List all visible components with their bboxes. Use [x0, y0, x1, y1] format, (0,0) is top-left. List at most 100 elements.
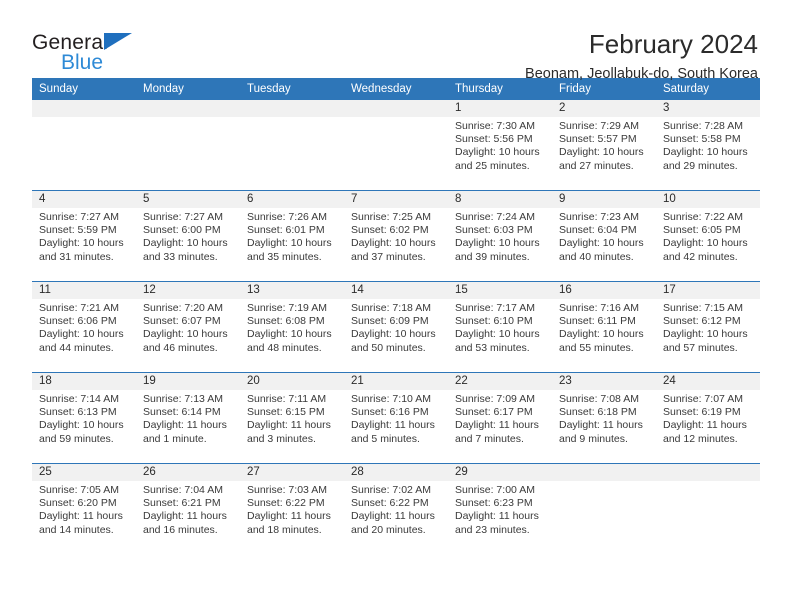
calendar-day-cell[interactable]: 12 Sunrise: 7:20 AM Sunset: 6:07 PM Dayligh…: [136, 281, 240, 373]
daylight-text: Daylight: 10 hours and 50 minutes.: [351, 328, 436, 354]
day-details: Sunrise: 7:29 AM Sunset: 5:57 PM Daylight:…: [552, 117, 656, 173]
day-details: Sunrise: 7:19 AM Sunset: 6:08 PM Daylight:…: [240, 299, 344, 355]
sunrise-text: Sunrise: 7:11 AM: [247, 393, 327, 405]
calendar-week-row: 4 Sunrise: 7:27 AM Sunset: 5:59 PM Daylight…: [32, 190, 760, 282]
sunset-text: Sunset: 6:21 PM: [143, 497, 221, 510]
daylight-text: Daylight: 11 hours and 3 minutes.: [247, 419, 331, 445]
calendar-day-cell[interactable]: 3 Sunrise: 7:28 AM Sunset: 5:58 PM Daylight…: [656, 100, 760, 191]
daylight-text: Daylight: 11 hours and 5 minutes.: [351, 419, 435, 445]
day-details: Sunrise: 7:27 AM Sunset: 5:59 PM Daylight:…: [32, 208, 136, 264]
daylight-text: Daylight: 10 hours and 37 minutes.: [351, 237, 436, 263]
calendar-day-cell[interactable]: 27 Sunrise: 7:03 AM Sunset: 6:22 PM Dayligh…: [240, 463, 344, 554]
calendar-day-cell[interactable]: 5 Sunrise: 7:27 AM Sunset: 6:00 PM Daylight…: [136, 190, 240, 282]
calendar-week-row: 18 Sunrise: 7:14 AM Sunset: 6:13 PM Dayligh…: [32, 372, 760, 464]
day-number: [656, 464, 760, 481]
sunset-text: Sunset: 6:12 PM: [663, 315, 741, 328]
day-number: [552, 464, 656, 481]
calendar-day-cell[interactable]: 29 Sunrise: 7:00 AM Sunset: 6:23 PM Dayligh…: [448, 463, 552, 554]
calendar-cell-empty: [240, 100, 344, 191]
calendar-day-cell[interactable]: 20 Sunrise: 7:11 AM Sunset: 6:15 PM Dayligh…: [240, 372, 344, 464]
calendar-day-cell[interactable]: 21 Sunrise: 7:10 AM Sunset: 6:16 PM Dayligh…: [344, 372, 448, 464]
calendar-day-cell[interactable]: 15 Sunrise: 7:17 AM Sunset: 6:10 PM Dayligh…: [448, 281, 552, 373]
day-details: Sunrise: 7:27 AM Sunset: 6:00 PM Daylight:…: [136, 208, 240, 264]
daylight-text: Daylight: 10 hours and 39 minutes.: [455, 237, 540, 263]
day-details: Sunrise: 7:16 AM Sunset: 6:11 PM Daylight:…: [552, 299, 656, 355]
sunrise-text: Sunrise: 7:07 AM: [663, 393, 743, 405]
day-number: 28: [344, 464, 448, 481]
sunset-text: Sunset: 6:04 PM: [559, 224, 637, 237]
sunset-text: Sunset: 6:05 PM: [663, 224, 741, 237]
calendar-day-cell[interactable]: 14 Sunrise: 7:18 AM Sunset: 6:09 PM Dayligh…: [344, 281, 448, 373]
sunrise-text: Sunrise: 7:23 AM: [559, 211, 639, 223]
calendar-day-cell[interactable]: 28 Sunrise: 7:02 AM Sunset: 6:22 PM Dayligh…: [344, 463, 448, 554]
day-details: Sunrise: 7:00 AM Sunset: 6:23 PM Daylight:…: [448, 481, 552, 537]
calendar-day-cell[interactable]: 22 Sunrise: 7:09 AM Sunset: 6:17 PM Dayligh…: [448, 372, 552, 464]
sunrise-text: Sunrise: 7:22 AM: [663, 211, 743, 223]
calendar-cell-empty: [136, 100, 240, 191]
day-number: 12: [136, 282, 240, 299]
sunset-text: Sunset: 6:02 PM: [351, 224, 429, 237]
sunset-text: Sunset: 6:13 PM: [39, 406, 117, 419]
sunrise-text: Sunrise: 7:25 AM: [351, 211, 431, 223]
page-header: General Blue February 2024 Beonam, Jeoll…: [32, 0, 760, 82]
day-number: 27: [240, 464, 344, 481]
calendar-week-row: 1 Sunrise: 7:30 AM Sunset: 5:56 PM Daylight…: [32, 100, 760, 191]
day-details: Sunrise: 7:21 AM Sunset: 6:06 PM Daylight:…: [32, 299, 136, 355]
sunset-text: Sunset: 6:06 PM: [39, 315, 117, 328]
calendar-day-cell[interactable]: 8 Sunrise: 7:24 AM Sunset: 6:03 PM Daylight…: [448, 190, 552, 282]
daylight-text: Daylight: 11 hours and 23 minutes.: [455, 510, 539, 536]
calendar-day-cell[interactable]: 16 Sunrise: 7:16 AM Sunset: 6:11 PM Dayligh…: [552, 281, 656, 373]
sunrise-text: Sunrise: 7:20 AM: [143, 302, 223, 314]
calendar-day-cell[interactable]: 19 Sunrise: 7:13 AM Sunset: 6:14 PM Dayligh…: [136, 372, 240, 464]
calendar-day-cell[interactable]: 26 Sunrise: 7:04 AM Sunset: 6:21 PM Dayligh…: [136, 463, 240, 554]
sunrise-text: Sunrise: 7:17 AM: [455, 302, 535, 314]
day-number: 24: [656, 373, 760, 390]
day-number: 29: [448, 464, 552, 481]
sunrise-text: Sunrise: 7:19 AM: [247, 302, 327, 314]
day-number: 14: [344, 282, 448, 299]
sunset-text: Sunset: 6:11 PM: [559, 315, 636, 328]
sunrise-text: Sunrise: 7:14 AM: [39, 393, 119, 405]
calendar-day-cell[interactable]: 7 Sunrise: 7:25 AM Sunset: 6:02 PM Daylight…: [344, 190, 448, 282]
daylight-text: Daylight: 11 hours and 16 minutes.: [143, 510, 227, 536]
title-block: February 2024 Beonam, Jeollabuk-do, Sout…: [525, 29, 760, 82]
daylight-text: Daylight: 10 hours and 53 minutes.: [455, 328, 540, 354]
day-details: Sunrise: 7:17 AM Sunset: 6:10 PM Daylight:…: [448, 299, 552, 355]
sunset-text: Sunset: 6:18 PM: [559, 406, 637, 419]
day-number: 17: [656, 282, 760, 299]
calendar-day-cell[interactable]: 17 Sunrise: 7:15 AM Sunset: 6:12 PM Dayligh…: [656, 281, 760, 373]
day-details: Sunrise: 7:05 AM Sunset: 6:20 PM Daylight:…: [32, 481, 136, 537]
day-details: Sunrise: 7:30 AM Sunset: 5:56 PM Daylight:…: [448, 117, 552, 173]
day-details: Sunrise: 7:10 AM Sunset: 6:16 PM Daylight:…: [344, 390, 448, 446]
calendar-day-cell[interactable]: 10 Sunrise: 7:22 AM Sunset: 6:05 PM Dayligh…: [656, 190, 760, 282]
day-number: 4: [32, 191, 136, 208]
calendar-day-cell[interactable]: 4 Sunrise: 7:27 AM Sunset: 5:59 PM Daylight…: [32, 190, 136, 282]
daylight-text: Daylight: 11 hours and 20 minutes.: [351, 510, 435, 536]
calendar-day-cell[interactable]: 24 Sunrise: 7:07 AM Sunset: 6:19 PM Dayligh…: [656, 372, 760, 464]
daylight-text: Daylight: 11 hours and 12 minutes.: [663, 419, 747, 445]
calendar-day-cell[interactable]: 25 Sunrise: 7:05 AM Sunset: 6:20 PM Dayligh…: [32, 463, 136, 554]
calendar-day-cell[interactable]: 11 Sunrise: 7:21 AM Sunset: 6:06 PM Dayligh…: [32, 281, 136, 373]
weekday-header-wednesday: Wednesday: [344, 78, 448, 100]
calendar-cell-empty: [32, 100, 136, 191]
calendar-day-cell[interactable]: 23 Sunrise: 7:08 AM Sunset: 6:18 PM Dayligh…: [552, 372, 656, 464]
calendar-day-cell[interactable]: 9 Sunrise: 7:23 AM Sunset: 6:04 PM Daylight…: [552, 190, 656, 282]
calendar-day-cell[interactable]: 6 Sunrise: 7:26 AM Sunset: 6:01 PM Daylight…: [240, 190, 344, 282]
calendar-day-cell[interactable]: 18 Sunrise: 7:14 AM Sunset: 6:13 PM Dayligh…: [32, 372, 136, 464]
sunrise-text: Sunrise: 7:02 AM: [351, 484, 431, 496]
day-details: Sunrise: 7:07 AM Sunset: 6:19 PM Daylight:…: [656, 390, 760, 446]
sunset-text: Sunset: 6:22 PM: [247, 497, 325, 510]
day-number: 22: [448, 373, 552, 390]
day-details: Sunrise: 7:26 AM Sunset: 6:01 PM Daylight:…: [240, 208, 344, 264]
sunrise-text: Sunrise: 7:24 AM: [455, 211, 535, 223]
daylight-text: Daylight: 10 hours and 55 minutes.: [559, 328, 644, 354]
calendar-day-cell[interactable]: 2 Sunrise: 7:29 AM Sunset: 5:57 PM Daylight…: [552, 100, 656, 191]
calendar-day-cell[interactable]: 13 Sunrise: 7:19 AM Sunset: 6:08 PM Dayligh…: [240, 281, 344, 373]
sunrise-text: Sunrise: 7:29 AM: [559, 120, 639, 132]
sunset-text: Sunset: 6:10 PM: [455, 315, 533, 328]
calendar-day-cell[interactable]: 1 Sunrise: 7:30 AM Sunset: 5:56 PM Daylight…: [448, 100, 552, 191]
day-number: 3: [656, 100, 760, 117]
calendar-week-row: 11 Sunrise: 7:21 AM Sunset: 6:06 PM Dayligh…: [32, 281, 760, 373]
day-number: 15: [448, 282, 552, 299]
brand-logo[interactable]: General Blue: [32, 30, 152, 82]
